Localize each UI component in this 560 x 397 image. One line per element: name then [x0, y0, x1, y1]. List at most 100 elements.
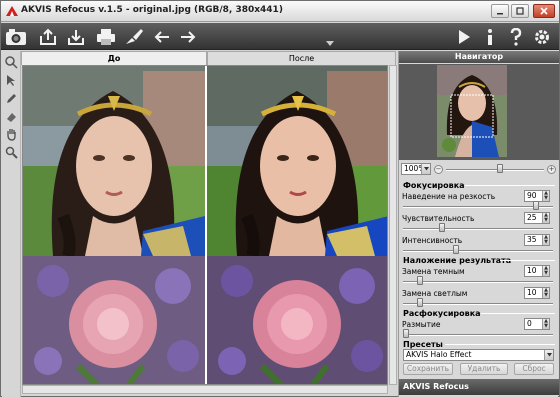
- sensitivity-label: Чувствительность: [402, 214, 475, 223]
- zoom-select[interactable]: 100%: [401, 163, 431, 175]
- zoom-tool[interactable]: [4, 145, 19, 160]
- light-replace-label: Замена светлым: [402, 289, 468, 298]
- camera-icon: [6, 29, 26, 45]
- chevron-down-icon: [544, 350, 553, 360]
- maximize-icon: [516, 7, 524, 15]
- toolbar: [1, 23, 559, 50]
- intensity-value: 35: [527, 235, 537, 244]
- panel-collapse-icon[interactable]: [326, 41, 334, 47]
- hand-icon: [7, 129, 16, 141]
- light-replace-field[interactable]: 10 ▲ ▼: [524, 287, 550, 299]
- intensity-slider-track[interactable]: [403, 250, 553, 252]
- before-image[interactable]: [23, 66, 205, 384]
- navigator-title: Навигатор: [399, 51, 559, 63]
- close-button[interactable]: [533, 4, 555, 18]
- spin-arrows-icon[interactable]: ▲ ▼: [542, 191, 549, 201]
- chevron-down-icon: [421, 164, 430, 174]
- sensitivity-slider-track[interactable]: [403, 228, 553, 230]
- navigator-preview: [437, 65, 507, 157]
- dark-replace-slider-thumb[interactable]: [417, 276, 424, 285]
- preset-save-button[interactable]: Сохранить: [403, 363, 453, 375]
- brush-button[interactable]: [123, 26, 145, 48]
- dark-replace-slider-track[interactable]: [403, 281, 553, 283]
- pencil-icon: [7, 94, 16, 103]
- zoom-slider-track[interactable]: [446, 169, 544, 171]
- intensity-slider-thumb[interactable]: [453, 245, 460, 254]
- after-image[interactable]: [207, 66, 387, 384]
- tools-sidebar: [2, 51, 21, 397]
- print-icon: [97, 29, 115, 45]
- settings-button[interactable]: [531, 26, 553, 48]
- info-icon: [488, 29, 492, 45]
- minimize-button[interactable]: [491, 4, 509, 18]
- navigator-box: [399, 64, 559, 160]
- akvis-logo-icon: [6, 6, 18, 16]
- eraser-icon: [7, 113, 16, 122]
- navigator-thumbnail[interactable]: [437, 65, 507, 157]
- sensitivity-field[interactable]: 25 ▲ ▼: [524, 212, 550, 224]
- preset-select[interactable]: AKVIS Halo Effect: [403, 349, 554, 361]
- run-icon: [459, 30, 470, 44]
- spin-arrows-icon[interactable]: ▲ ▼: [542, 213, 549, 223]
- view-tabs: До После: [21, 51, 396, 65]
- select-tool-icon: [7, 75, 15, 86]
- zoom-out-button[interactable]: −: [434, 165, 443, 174]
- window-title: AKVIS Refocus v.1.5 - original.jpg (RGB/…: [21, 5, 283, 15]
- sharpness-slider-thumb[interactable]: [532, 201, 539, 210]
- print-button[interactable]: [95, 26, 117, 48]
- dark-replace-field[interactable]: 10 ▲ ▼: [524, 265, 550, 277]
- intensity-field[interactable]: 35 ▲ ▼: [524, 234, 550, 246]
- spin-arrows-icon[interactable]: ▲ ▼: [542, 266, 549, 276]
- run-button[interactable]: [453, 26, 475, 48]
- brush-icon: [126, 29, 143, 44]
- vertical-scrollbar[interactable]: [389, 65, 397, 385]
- blur-value: 0: [527, 319, 532, 328]
- preset-selected: AKVIS Halo Effect: [406, 350, 472, 359]
- blur-field[interactable]: 0 ▲ ▼: [524, 318, 550, 330]
- blur-slider-track[interactable]: [403, 334, 553, 336]
- undo-icon: [154, 31, 169, 43]
- zoom-in-button[interactable]: +: [547, 165, 556, 174]
- minimize-icon: [497, 13, 503, 15]
- camera-button[interactable]: [5, 26, 27, 48]
- divider: [465, 185, 555, 186]
- open-button[interactable]: [37, 26, 59, 48]
- settings-icon: [535, 30, 549, 44]
- spin-arrows-icon[interactable]: ▲ ▼: [542, 319, 549, 329]
- dark-replace-value: 10: [527, 266, 537, 275]
- divider: [481, 313, 555, 314]
- horizontal-scrollbar[interactable]: [22, 385, 388, 394]
- pencil-tool[interactable]: [4, 91, 19, 106]
- focus-area-tool[interactable]: [4, 55, 19, 70]
- spin-arrows-icon[interactable]: ▲ ▼: [542, 235, 549, 245]
- maximize-button[interactable]: [511, 4, 529, 18]
- save-icon: [68, 30, 84, 45]
- save-button[interactable]: [65, 26, 87, 48]
- sensitivity-slider-thumb[interactable]: [439, 223, 445, 232]
- info-button[interactable]: [479, 26, 501, 48]
- light-replace-slider-thumb[interactable]: [417, 298, 424, 307]
- title-bar[interactable]: AKVIS Refocus v.1.5 - original.jpg (RGB/…: [1, 1, 559, 22]
- light-replace-value: 10: [527, 288, 537, 297]
- undo-button[interactable]: [151, 26, 173, 48]
- zoom-slider-thumb[interactable]: [496, 164, 503, 173]
- blur-slider-thumb[interactable]: [403, 329, 409, 338]
- intensity-label: Интенсивность: [402, 236, 463, 245]
- presets-section-title: Пресеты: [403, 339, 443, 349]
- tab-before[interactable]: До: [21, 51, 207, 65]
- light-replace-slider-track[interactable]: [403, 303, 553, 305]
- help-icon: [510, 28, 522, 46]
- preset-reset-button[interactable]: Сброс: [514, 363, 554, 375]
- image-canvas[interactable]: [22, 65, 388, 385]
- after-photo: [207, 66, 387, 384]
- open-icon: [40, 28, 56, 45]
- spin-arrows-icon[interactable]: ▲ ▼: [542, 288, 549, 298]
- help-button[interactable]: [505, 26, 527, 48]
- sharpness-slider-track[interactable]: [403, 206, 553, 208]
- select-tool[interactable]: [4, 73, 19, 88]
- preset-delete-button[interactable]: Удалить: [460, 363, 508, 375]
- tab-after[interactable]: После: [207, 51, 396, 65]
- hand-tool[interactable]: [4, 127, 19, 142]
- eraser-tool[interactable]: [4, 109, 19, 124]
- redo-button[interactable]: [177, 26, 199, 48]
